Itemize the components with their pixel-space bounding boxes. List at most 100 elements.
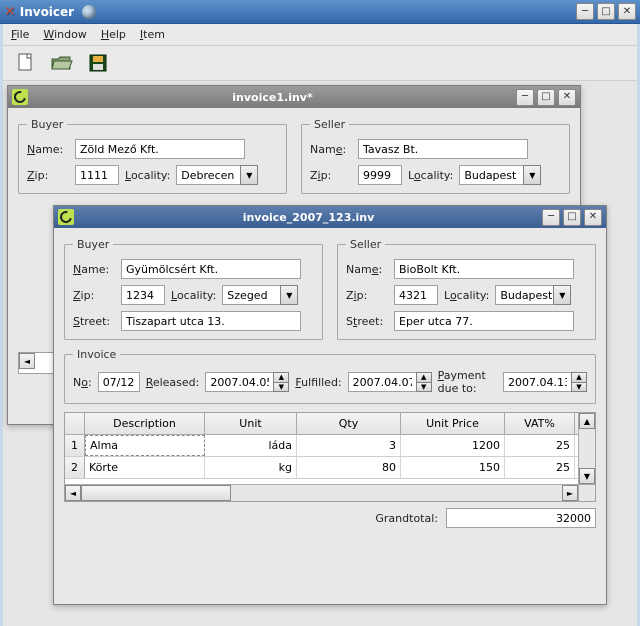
new-document-button[interactable] bbox=[13, 50, 39, 76]
spin-up-icon[interactable]: ▲ bbox=[416, 372, 432, 382]
folder-icon bbox=[50, 53, 74, 73]
sub2-close-button[interactable]: ✕ bbox=[584, 209, 602, 226]
seller-locality-combo-1[interactable]: Budapest ▼ bbox=[459, 165, 541, 185]
close-button[interactable]: ✕ bbox=[618, 3, 636, 20]
cell-unit[interactable]: láda bbox=[205, 435, 297, 456]
seller-zip-label-2: Zip: bbox=[346, 289, 388, 302]
seller-legend-1: Seller bbox=[310, 118, 349, 131]
buyer-zip-input-2[interactable] bbox=[121, 285, 165, 305]
scroll-right-button[interactable]: ► bbox=[562, 485, 578, 501]
spin-up-icon[interactable]: ▲ bbox=[273, 372, 289, 382]
fulfilled-dateedit[interactable]: ▲▼ bbox=[348, 372, 432, 392]
cell-vat[interactable]: 25 bbox=[505, 435, 575, 456]
fulfilled-label: Fulfilled: bbox=[295, 376, 341, 389]
cell-description[interactable]: Alma bbox=[85, 435, 205, 456]
sub1-maximize-button[interactable]: □ bbox=[537, 89, 555, 106]
buyer-name-input-1[interactable] bbox=[75, 139, 245, 159]
cell-qty[interactable]: 3 bbox=[297, 435, 401, 456]
menu-help[interactable]: Help bbox=[101, 28, 126, 41]
buyer-zip-label-1: Zip: bbox=[27, 169, 69, 182]
menu-file[interactable]: File bbox=[11, 28, 29, 41]
seller-zip-input-2[interactable] bbox=[394, 285, 438, 305]
buyer-zip-label-2: Zip: bbox=[73, 289, 115, 302]
seller-name-label-2: Name: bbox=[346, 263, 388, 276]
table-row[interactable]: 2 Körte kg 80 150 25 bbox=[65, 457, 595, 479]
col-unit[interactable]: Unit bbox=[205, 413, 297, 434]
spin-up-icon[interactable]: ▲ bbox=[571, 372, 587, 382]
scroll-left-button[interactable]: ◄ bbox=[65, 485, 81, 501]
cell-price[interactable]: 150 bbox=[401, 457, 505, 478]
col-price[interactable]: Unit Price bbox=[401, 413, 505, 434]
scroll-up-button[interactable]: ▲ bbox=[579, 413, 595, 429]
sub1-close-button[interactable]: ✕ bbox=[558, 89, 576, 106]
scroll-thumb[interactable] bbox=[81, 485, 231, 501]
subwindow-invoice2007[interactable]: invoice_2007_123.inv ─ □ ✕ Buyer Name: Z… bbox=[53, 205, 607, 605]
buyer-locality-label-2: Locality: bbox=[171, 289, 216, 302]
buyer-locality-combo-2[interactable]: Szeged ▼ bbox=[222, 285, 298, 305]
cell-vat[interactable]: 25 bbox=[505, 457, 575, 478]
table-row[interactable]: 1 Alma láda 3 1200 25 bbox=[65, 435, 595, 457]
row-number: 1 bbox=[65, 435, 85, 456]
buyer-name-input-2[interactable] bbox=[121, 259, 301, 279]
spin-down-icon[interactable]: ▼ bbox=[571, 382, 587, 392]
maximize-button[interactable]: □ bbox=[597, 3, 615, 20]
minimize-button[interactable]: ─ bbox=[576, 3, 594, 20]
fulfilled-input[interactable] bbox=[348, 372, 416, 392]
col-description[interactable]: Description bbox=[85, 413, 205, 434]
seller-name-input-2[interactable] bbox=[394, 259, 574, 279]
col-qty[interactable]: Qty bbox=[297, 413, 401, 434]
chevron-down-icon[interactable]: ▼ bbox=[240, 165, 258, 185]
released-label: Released: bbox=[146, 376, 200, 389]
released-dateedit[interactable]: ▲▼ bbox=[205, 372, 289, 392]
buyer-street-label-2: Street: bbox=[73, 315, 115, 328]
seller-fieldset-2: Seller Name: Zip: Locality: Budapest ▼ bbox=[337, 238, 596, 340]
save-button[interactable] bbox=[85, 50, 111, 76]
horizontal-scrollbar[interactable]: ◄ ► bbox=[65, 484, 595, 501]
cell-unit[interactable]: kg bbox=[205, 457, 297, 478]
sub2-maximize-button[interactable]: □ bbox=[563, 209, 581, 226]
seller-locality-combo-2[interactable]: Budapest ▼ bbox=[495, 285, 571, 305]
scroll-down-button[interactable]: ▼ bbox=[579, 468, 595, 484]
seller-locality-value-2: Budapest bbox=[495, 285, 553, 305]
subwindow-invoice2007-titlebar[interactable]: invoice_2007_123.inv ─ □ ✕ bbox=[54, 206, 606, 228]
seller-street-label-2: Street: bbox=[346, 315, 388, 328]
payment-dateedit[interactable]: ▲▼ bbox=[503, 372, 587, 392]
cell-qty[interactable]: 80 bbox=[297, 457, 401, 478]
seller-street-input-2[interactable] bbox=[394, 311, 574, 331]
buyer-zip-input-1[interactable] bbox=[75, 165, 119, 185]
spin-down-icon[interactable]: ▼ bbox=[273, 382, 289, 392]
seller-locality-label-1: Locality: bbox=[408, 169, 453, 182]
sub1-minimize-button[interactable]: ─ bbox=[516, 89, 534, 106]
menu-window[interactable]: Window bbox=[43, 28, 86, 41]
buyer-street-input-2[interactable] bbox=[121, 311, 301, 331]
released-input[interactable] bbox=[205, 372, 273, 392]
vertical-scrollbar[interactable]: ▲ ▼ bbox=[578, 413, 595, 484]
chevron-down-icon[interactable]: ▼ bbox=[523, 165, 541, 185]
close-icon[interactable]: ✕ bbox=[4, 4, 16, 20]
cell-price[interactable]: 1200 bbox=[401, 435, 505, 456]
buyer-legend-1: Buyer bbox=[27, 118, 67, 131]
seller-zip-input-1[interactable] bbox=[358, 165, 402, 185]
col-vat[interactable]: VAT% bbox=[505, 413, 575, 434]
invoice-no-input[interactable] bbox=[98, 372, 140, 392]
chevron-down-icon[interactable]: ▼ bbox=[280, 285, 298, 305]
grandtotal-input[interactable] bbox=[446, 508, 596, 528]
buyer-locality-label-1: Locality: bbox=[125, 169, 170, 182]
payment-input[interactable] bbox=[503, 372, 571, 392]
subwindow-invoice2007-title: invoice_2007_123.inv bbox=[78, 211, 539, 224]
invoice-no-label: No: bbox=[73, 376, 92, 389]
scroll-left-button[interactable]: ◄ bbox=[19, 353, 35, 369]
menu-item[interactable]: Item bbox=[140, 28, 165, 41]
cell-description[interactable]: Körte bbox=[85, 457, 205, 478]
row-number: 2 bbox=[65, 457, 85, 478]
buyer-locality-combo-1[interactable]: Debrecen ▼ bbox=[176, 165, 258, 185]
spin-down-icon[interactable]: ▼ bbox=[416, 382, 432, 392]
chevron-down-icon[interactable]: ▼ bbox=[553, 285, 571, 305]
subwindow-invoice1-titlebar[interactable]: invoice1.inv* ─ □ ✕ bbox=[8, 86, 580, 108]
buyer-name-label-1: Name: bbox=[27, 143, 69, 156]
open-folder-button[interactable] bbox=[49, 50, 75, 76]
seller-name-input-1[interactable] bbox=[358, 139, 528, 159]
sub2-minimize-button[interactable]: ─ bbox=[542, 209, 560, 226]
buyer-fieldset-2: Buyer Name: Zip: Locality: Szeged ▼ bbox=[64, 238, 323, 340]
items-table[interactable]: Description Unit Qty Unit Price VAT% 1 A… bbox=[64, 412, 596, 502]
